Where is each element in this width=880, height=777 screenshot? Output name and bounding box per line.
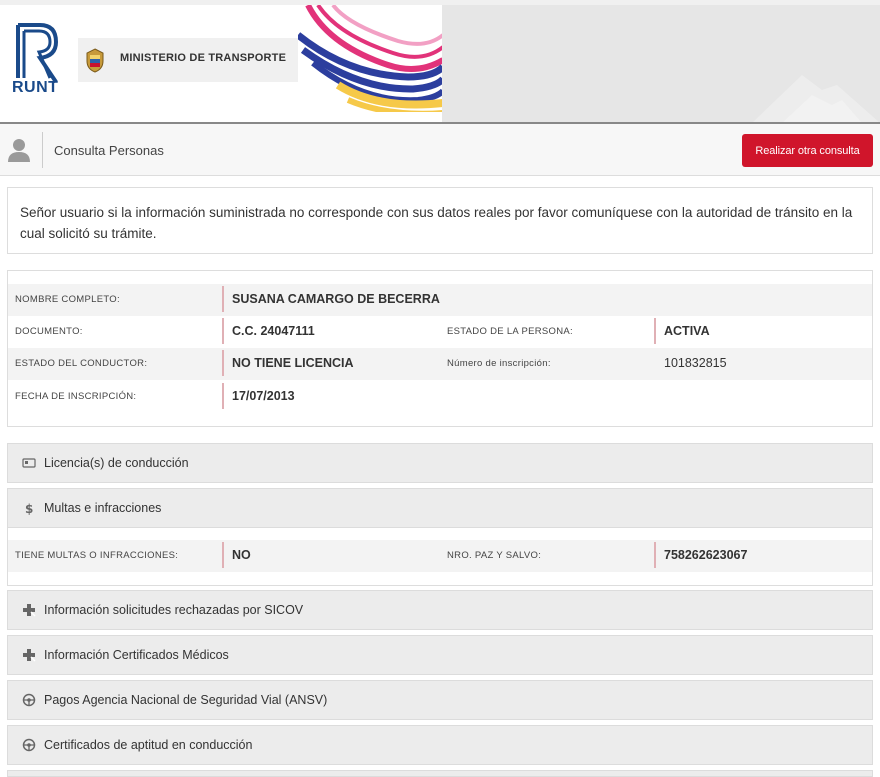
ministerio-label: MINISTERIO DE TRANSPORTE [120, 52, 287, 64]
field-separator [222, 542, 224, 568]
numero-inscripcion-label: Número de inscripción: [447, 358, 551, 369]
row-fecha: FECHA DE INSCRIPCIÓN: 17/07/2013 [8, 381, 872, 413]
numero-inscripcion-value: 101832815 [664, 356, 727, 370]
row-conductor: ESTADO DEL CONDUCTOR: NO TIENE LICENCIA … [8, 348, 872, 380]
toolbar-divider [42, 132, 43, 168]
section-ansv[interactable]: Pagos Agencia Nacional de Seguridad Vial… [7, 680, 873, 720]
section-certificados-medicos-title: Información Certificados Médicos [44, 648, 229, 662]
section-licencias-title: Licencia(s) de conducción [44, 456, 189, 470]
documento-value: C.C. 24047111 [232, 324, 315, 338]
documento-label: DOCUMENTO: [15, 326, 83, 337]
person-info-panel: NOMBRE COMPLETO: SUSANA CAMARGO DE BECER… [7, 270, 873, 427]
field-separator [654, 542, 656, 568]
estado-conductor-value: NO TIENE LICENCIA [232, 356, 354, 370]
section-next-partial[interactable] [7, 770, 873, 777]
row-documento: DOCUMENTO: C.C. 24047111 ESTADO DE LA PE… [8, 316, 872, 348]
new-query-button[interactable]: Realizar otra consulta [742, 134, 873, 167]
fecha-inscripcion-value: 17/07/2013 [232, 389, 295, 403]
runt-logo-text: RUNT [12, 79, 59, 96]
section-multas[interactable]: $ Multas e infracciones [7, 488, 873, 528]
field-separator [222, 383, 224, 409]
ministerio-badge: MINISTERIO DE TRANSPORTE [78, 38, 306, 82]
estado-conductor-label: ESTADO DEL CONDUCTOR: [15, 358, 148, 369]
field-separator [222, 286, 224, 312]
steering-wheel-icon [22, 693, 36, 707]
estado-persona-value: ACTIVA [664, 324, 710, 338]
section-licencias[interactable]: Licencia(s) de conducción [7, 443, 873, 483]
header-gray-panel [442, 5, 880, 123]
section-aptitud[interactable]: Certificados de aptitud en conducción [7, 725, 873, 765]
tiene-multas-value: NO [232, 548, 251, 562]
row-nombre: NOMBRE COMPLETO: SUSANA CAMARGO DE BECER… [8, 284, 872, 316]
multas-detail-panel: TIENE MULTAS O INFRACCIONES: NO NRO. PAZ… [7, 528, 873, 586]
row-multas: TIENE MULTAS O INFRACCIONES: NO NRO. PAZ… [8, 540, 872, 572]
section-multas-title: Multas e infracciones [44, 501, 162, 515]
site-header: RUNT MINISTERIO DE TRANSPORTE [0, 0, 880, 124]
fecha-inscripcion-label: FECHA DE INSCRIPCIÓN: [15, 391, 137, 402]
page-title: Consulta Personas [54, 143, 164, 158]
notice-message: Señor usuario si la información suminist… [7, 187, 873, 254]
dollar-icon: $ [25, 502, 33, 515]
field-separator [654, 318, 656, 344]
section-certificados-medicos[interactable]: Información Certificados Médicos [7, 635, 873, 675]
section-ansv-title: Pagos Agencia Nacional de Seguridad Vial… [44, 693, 328, 707]
svg-text:$: $ [25, 502, 33, 515]
user-icon [8, 139, 30, 162]
id-card-icon [22, 458, 36, 468]
field-separator [222, 350, 224, 376]
medical-cross-icon [23, 649, 36, 662]
field-separator [222, 318, 224, 344]
tiene-multas-label: TIENE MULTAS O INFRACCIONES: [15, 550, 179, 561]
section-sicov[interactable]: Información solicitudes rechazadas por S… [7, 590, 873, 630]
nombre-value: SUSANA CAMARGO DE BECERRA [232, 292, 440, 306]
nombre-label: NOMBRE COMPLETO: [15, 294, 120, 305]
paz-salvo-label: NRO. PAZ Y SALVO: [447, 550, 542, 561]
section-aptitud-title: Certificados de aptitud en conducción [44, 738, 253, 752]
medical-cross-icon [23, 604, 36, 617]
banner-artwork [298, 5, 443, 112]
colombia-seal-icon [86, 48, 104, 73]
mountain-decoration [752, 75, 880, 123]
paz-salvo-value: 758262623067 [664, 548, 748, 562]
estado-persona-label: ESTADO DE LA PERSONA: [447, 326, 573, 337]
steering-wheel-icon [22, 738, 36, 752]
section-sicov-title: Información solicitudes rechazadas por S… [44, 603, 304, 617]
